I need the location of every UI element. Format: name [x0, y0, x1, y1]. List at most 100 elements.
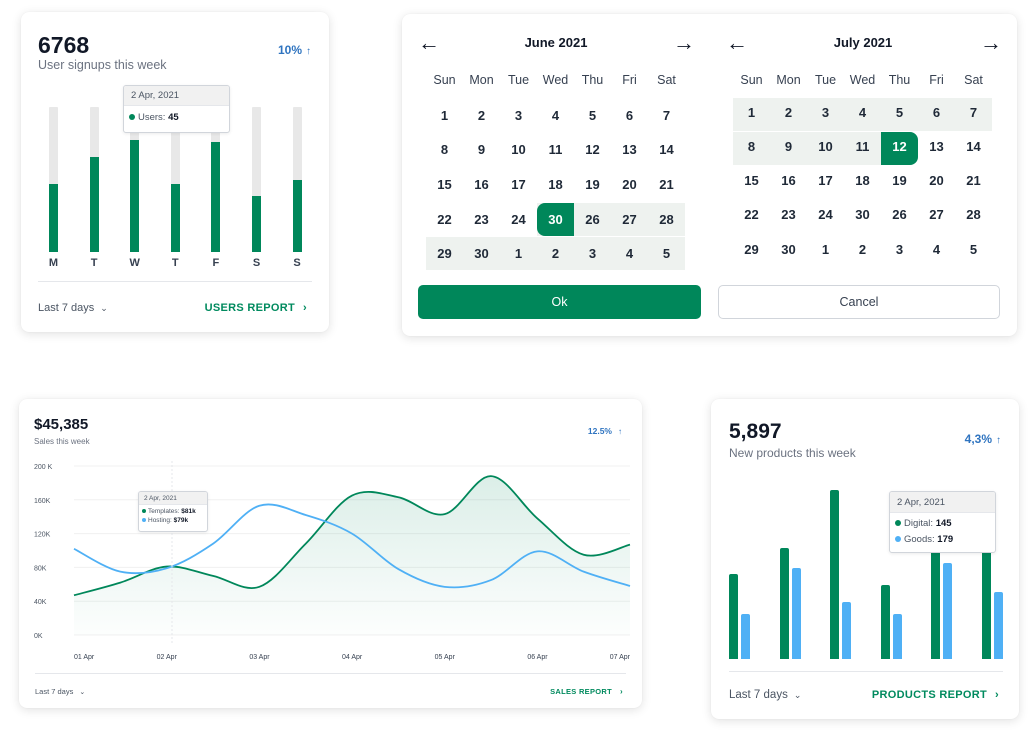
right-calendar-day[interactable]: 27 — [918, 198, 955, 232]
left-calendar-day[interactable]: 24 — [500, 203, 537, 237]
digital-bar[interactable] — [779, 548, 789, 659]
right-calendar-day[interactable]: 29 — [733, 233, 770, 267]
cancel-button[interactable]: Cancel — [718, 285, 1000, 319]
right-calendar-day[interactable]: 4 — [918, 233, 955, 267]
left-calendar-day[interactable]: 21 — [648, 168, 685, 202]
right-calendar-day[interactable]: 3 — [807, 96, 844, 130]
left-calendar-day[interactable]: 5 — [648, 237, 685, 271]
next-month-arrow-icon-right[interactable]: → — [980, 32, 1002, 54]
left-calendar-day[interactable]: 30 — [463, 237, 500, 271]
left-calendar-day[interactable]: 6 — [611, 99, 648, 133]
left-calendar-day[interactable]: 2 — [463, 99, 500, 133]
right-calendar-day[interactable]: 8 — [733, 130, 770, 164]
left-calendar-day[interactable]: 22 — [426, 203, 463, 237]
left-calendar-day[interactable]: 7 — [648, 99, 685, 133]
right-calendar-day[interactable]: 23 — [770, 198, 807, 232]
left-calendar-day[interactable]: 9 — [463, 133, 500, 167]
left-calendar-day[interactable]: 11 — [537, 133, 574, 167]
left-calendar-day[interactable]: 29 — [426, 237, 463, 271]
digital-bar[interactable] — [830, 490, 839, 659]
products-report-link[interactable]: PRODUCTS REPORT › — [872, 689, 999, 701]
right-calendar-day[interactable]: 20 — [918, 164, 955, 198]
left-calendar-day[interactable]: 4 — [611, 237, 648, 271]
users-bar[interactable] — [252, 196, 261, 252]
left-calendar-day[interactable]: 13 — [611, 133, 648, 167]
right-calendar-day[interactable]: 1 — [807, 233, 844, 267]
right-calendar-day[interactable]: 30 — [844, 198, 881, 232]
right-calendar-day[interactable]: 19 — [881, 164, 918, 198]
sales-report-link[interactable]: SALES REPORT › — [550, 687, 623, 696]
right-calendar-day[interactable]: 5 — [881, 96, 918, 130]
right-calendar-day[interactable]: 11 — [844, 130, 881, 164]
products-report-label: PRODUCTS REPORT — [871, 689, 988, 701]
users-bar[interactable] — [89, 156, 99, 252]
sales-range-dropdown[interactable]: Last 7 days ⌄ — [35, 687, 85, 696]
users-bar[interactable] — [292, 179, 302, 252]
goods-bar[interactable] — [892, 613, 902, 659]
next-month-arrow-icon[interactable]: → — [673, 32, 695, 54]
right-calendar-day[interactable]: 22 — [733, 198, 770, 232]
left-calendar-day[interactable]: 26 — [574, 203, 611, 237]
right-calendar-day[interactable]: 4 — [844, 96, 881, 130]
left-calendar-day[interactable]: 20 — [611, 168, 648, 202]
left-calendar-day[interactable]: 3 — [574, 237, 611, 271]
left-calendar-day[interactable]: 5 — [574, 99, 611, 133]
right-calendar-day[interactable]: 12 — [881, 130, 918, 164]
goods-bar[interactable] — [943, 562, 952, 659]
goods-bar[interactable] — [993, 591, 1003, 659]
right-calendar-day[interactable]: 7 — [955, 96, 992, 130]
left-calendar-day[interactable]: 8 — [426, 133, 463, 167]
right-calendar-day[interactable]: 18 — [844, 164, 881, 198]
right-calendar-day[interactable]: 10 — [807, 130, 844, 164]
left-calendar-day[interactable]: 14 — [648, 133, 685, 167]
users-range-dropdown[interactable]: Last 7 days ⌄ — [38, 302, 108, 314]
left-calendar-day[interactable]: 18 — [537, 168, 574, 202]
goods-bar[interactable] — [791, 567, 801, 659]
right-calendar-day[interactable]: 26 — [881, 198, 918, 232]
left-calendar-day[interactable]: 10 — [500, 133, 537, 167]
goods-bar[interactable] — [842, 602, 851, 659]
right-calendar-day[interactable]: 9 — [770, 130, 807, 164]
right-calendar-day[interactable]: 16 — [770, 164, 807, 198]
users-bar[interactable] — [130, 140, 140, 252]
digital-bar[interactable] — [880, 584, 890, 659]
right-calendar-day[interactable]: 2 — [770, 96, 807, 130]
right-calendar-day[interactable]: 14 — [955, 130, 992, 164]
right-calendar-day[interactable]: 24 — [807, 198, 844, 232]
left-calendar-day[interactable]: 1 — [426, 99, 463, 133]
digital-bar[interactable] — [729, 574, 738, 659]
right-calendar-day[interactable]: 3 — [881, 233, 918, 267]
left-calendar-day[interactable]: 28 — [648, 203, 685, 237]
right-calendar-day[interactable]: 17 — [807, 164, 844, 198]
left-calendar-day[interactable]: 17 — [500, 168, 537, 202]
left-calendar-day[interactable]: 3 — [500, 99, 537, 133]
left-calendar-day[interactable]: 4 — [537, 99, 574, 133]
left-calendar-day[interactable]: 19 — [574, 168, 611, 202]
users-bar[interactable] — [170, 184, 180, 252]
right-calendar-day[interactable]: 28 — [955, 198, 992, 232]
left-calendar-day[interactable]: 27 — [611, 203, 648, 237]
prev-month-arrow-icon[interactable]: ← — [418, 32, 440, 54]
right-calendar-day[interactable]: 13 — [918, 130, 955, 164]
right-calendar-day[interactable]: 6 — [918, 96, 955, 130]
right-calendar-day[interactable]: 21 — [955, 164, 992, 198]
right-calendar-day[interactable]: 2 — [844, 233, 881, 267]
left-calendar-day[interactable]: 1 — [500, 237, 537, 271]
right-calendar-day[interactable]: 5 — [955, 233, 992, 267]
goods-bar[interactable] — [741, 613, 750, 659]
left-calendar-day[interactable]: 23 — [463, 203, 500, 237]
left-calendar-day[interactable]: 2 — [537, 237, 574, 271]
users-bar[interactable] — [49, 184, 58, 252]
right-calendar-day[interactable]: 30 — [770, 233, 807, 267]
users-report-link[interactable]: USERS REPORT › — [205, 302, 307, 314]
left-calendar-day[interactable]: 16 — [463, 168, 500, 202]
right-calendar-day[interactable]: 15 — [733, 164, 770, 198]
left-calendar-day[interactable]: 30 — [537, 203, 574, 237]
left-calendar-day[interactable]: 12 — [574, 133, 611, 167]
right-calendar-day[interactable]: 1 — [733, 96, 770, 130]
products-range-dropdown[interactable]: Last 7 days ⌄ — [729, 689, 801, 701]
users-bar[interactable] — [211, 141, 221, 252]
prev-month-arrow-icon-right[interactable]: ← — [726, 32, 748, 54]
left-calendar-day[interactable]: 15 — [426, 168, 463, 202]
ok-button[interactable]: Ok — [418, 285, 701, 319]
